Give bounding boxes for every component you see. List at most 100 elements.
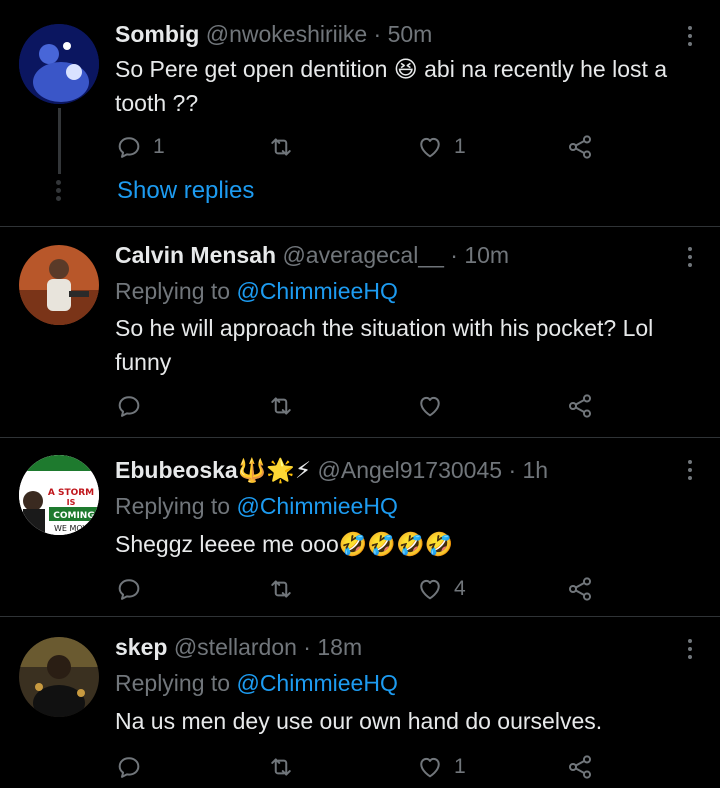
share-icon (566, 133, 594, 161)
tweet-skep[interactable]: skep @stellardon · 18m Replying to @Chim… (0, 617, 720, 788)
share-button[interactable] (566, 574, 594, 604)
tweet-actions (115, 391, 615, 421)
reply-icon (115, 753, 143, 781)
avatar-image (19, 24, 99, 104)
tweet-text-part: So Pere get open dentition (115, 56, 394, 82)
retweet-icon (267, 753, 295, 781)
avatar-text-4: WE MOV (54, 524, 89, 533)
tweet-text: So Pere get open dentition 😆 abi na rece… (115, 52, 710, 120)
avatar[interactable] (19, 245, 99, 325)
like-button[interactable]: 4 (416, 574, 466, 604)
separator-dot: · (373, 21, 382, 47)
like-count: 1 (454, 135, 466, 158)
share-button[interactable] (566, 132, 594, 162)
user-handle[interactable]: @stellardon (174, 634, 297, 660)
avatar-text-1: A STORM (48, 488, 94, 498)
user-handle[interactable]: @nwokeshiriike (206, 21, 367, 47)
tweet-header: skep @stellardon · 18m (115, 634, 362, 661)
replying-to: Replying to @ChimmieeHQ (115, 670, 398, 697)
replying-to-label: Replying to (115, 670, 231, 696)
separator-dot: · (450, 242, 458, 268)
share-icon (566, 392, 594, 420)
timestamp[interactable]: 1h (523, 457, 549, 483)
rofl-emoji: 🤣🤣🤣🤣 (338, 531, 454, 557)
laughing-emoji: 😆 (393, 56, 418, 82)
like-icon (416, 575, 444, 603)
avatar-image (19, 637, 99, 717)
replying-to: Replying to @ChimmieeHQ (115, 493, 398, 520)
tweet-text: Sheggz leeee me ooo🤣🤣🤣🤣 (115, 527, 710, 561)
avatar-image (19, 245, 99, 325)
avatar[interactable] (19, 24, 99, 104)
retweet-button[interactable] (267, 132, 295, 162)
retweet-icon (267, 133, 295, 161)
reply-button[interactable] (115, 391, 143, 421)
avatar[interactable] (19, 637, 99, 717)
display-name[interactable]: Calvin Mensah (115, 242, 276, 268)
like-count: 4 (454, 577, 466, 600)
thread-line (58, 108, 61, 174)
tweet-actions: 4 (115, 574, 615, 604)
more-icon[interactable] (680, 637, 700, 661)
share-icon (566, 575, 594, 603)
replying-to: Replying to @ChimmieeHQ (115, 278, 398, 305)
tweet-calvin-mensah[interactable]: Calvin Mensah @averagecal__ · 10m Replyi… (0, 227, 720, 437)
tweet-text-part: Sheggz leeee me ooo (115, 531, 339, 557)
display-name[interactable]: Sombig (115, 21, 199, 47)
avatar[interactable]: A STORM IS COMING WE MOV (19, 455, 99, 535)
tweet-actions: 1 (115, 752, 615, 782)
thread-dots (56, 180, 62, 204)
timestamp[interactable]: 10m (464, 242, 509, 268)
like-icon (416, 392, 444, 420)
like-button[interactable]: 1 (416, 132, 466, 162)
reply-icon (115, 133, 143, 161)
timestamp[interactable]: 50m (388, 21, 433, 47)
replying-to-label: Replying to (115, 493, 231, 519)
tweet-header: Sombig @nwokeshiriike · 50m (115, 21, 432, 48)
user-handle[interactable]: @Angel91730045 (318, 457, 503, 483)
tweet-actions: 1 1 (115, 132, 615, 162)
separator-dot: · (508, 457, 517, 483)
mention-link[interactable]: @ChimmieeHQ (236, 493, 397, 519)
display-name[interactable]: skep (115, 634, 167, 660)
share-button[interactable] (566, 752, 594, 782)
retweet-button[interactable] (267, 391, 295, 421)
separator-dot: · (303, 634, 311, 660)
avatar-text-3: COMING (53, 511, 94, 521)
avatar-image: A STORM IS COMING WE MOV (19, 455, 99, 535)
retweet-button[interactable] (267, 574, 295, 604)
tweet-header: Ebubeoska🔱🌟⚡ @Angel91730045 · 1h (115, 457, 548, 484)
like-button[interactable] (416, 391, 444, 421)
tweet-text: Na us men dey use our own hand do oursel… (115, 708, 603, 734)
tweet-header: Calvin Mensah @averagecal__ · 10m (115, 242, 509, 269)
show-replies-link[interactable]: Show replies (117, 177, 254, 205)
like-icon (416, 133, 444, 161)
tweet-ebubeoska[interactable]: A STORM IS COMING WE MOV Ebubeoska🔱🌟⚡ @A… (0, 438, 720, 616)
tweet-sombig[interactable]: Sombig @nwokeshiriike · 50m So Pere get … (0, 0, 720, 226)
reply-button[interactable]: 1 (115, 132, 165, 162)
retweet-button[interactable] (267, 752, 295, 782)
more-icon[interactable] (680, 458, 700, 482)
like-button[interactable]: 1 (416, 752, 466, 782)
user-handle[interactable]: @averagecal__ (282, 242, 443, 268)
reply-icon (115, 392, 143, 420)
display-name[interactable]: Ebubeoska🔱🌟⚡ (115, 457, 311, 483)
share-icon (566, 753, 594, 781)
more-icon[interactable] (680, 24, 700, 48)
reply-count: 1 (153, 135, 165, 158)
name-emoji: 🔱🌟⚡ (237, 457, 312, 483)
reply-button[interactable] (115, 752, 143, 782)
mention-link[interactable]: @ChimmieeHQ (236, 670, 397, 696)
more-icon[interactable] (680, 245, 700, 269)
retweet-icon (267, 575, 295, 603)
reply-icon (115, 575, 143, 603)
share-button[interactable] (566, 391, 594, 421)
like-count: 1 (454, 755, 466, 778)
tweet-text: So he will approach the situation with h… (115, 315, 654, 375)
like-icon (416, 753, 444, 781)
mention-link[interactable]: @ChimmieeHQ (236, 278, 397, 304)
avatar-text-2: IS (67, 498, 76, 507)
reply-button[interactable] (115, 574, 143, 604)
replying-to-label: Replying to (115, 278, 231, 304)
timestamp[interactable]: 18m (317, 634, 362, 660)
